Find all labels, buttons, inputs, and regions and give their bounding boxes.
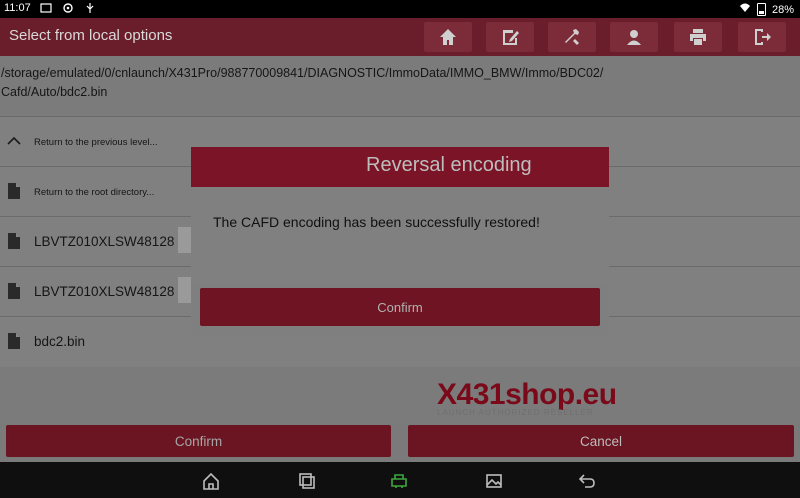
- page-title: Select from local options: [9, 27, 173, 44]
- file-icon: [8, 183, 20, 199]
- list-item-label: LBVTZ010XLSW48128: [34, 234, 175, 249]
- exit-icon: [755, 29, 771, 45]
- home-icon: [203, 472, 219, 490]
- dialog-message: The CAFD encoding has been successfully …: [213, 214, 540, 230]
- print-icon: [690, 29, 706, 45]
- list-item-label: Return to the previous level...: [34, 137, 158, 148]
- user-icon: [627, 30, 641, 45]
- cancel-button[interactable]: Cancel: [408, 425, 794, 457]
- file-icon: [8, 233, 20, 249]
- edit-report-button[interactable]: [486, 22, 534, 52]
- watermark-logo: X431shop.eu LAUNCH AUTHORIZED RESELLER: [437, 378, 617, 417]
- user-button[interactable]: [610, 22, 658, 52]
- dialog-title: Reversal encoding: [366, 154, 532, 176]
- chevron-up-icon: [7, 136, 21, 145]
- back-icon: [578, 474, 595, 488]
- recents-icon: [299, 473, 315, 489]
- watermark-subtitle: LAUNCH AUTHORIZED RESELLER: [437, 408, 594, 417]
- dialog-body: The CAFD encoding has been successfully …: [191, 187, 609, 284]
- vci-connector-icon: [391, 474, 407, 488]
- exit-button[interactable]: [738, 22, 786, 52]
- title-bar: Select from local options: [0, 18, 800, 56]
- battery-level: 28%: [771, 3, 794, 16]
- notification-icon: [40, 2, 52, 14]
- battery-icon: [756, 3, 766, 16]
- confirm-button[interactable]: Confirm: [6, 425, 391, 457]
- list-item-label: LBVTZ010XLSW48128: [34, 284, 175, 299]
- nav-recents-button[interactable]: [296, 470, 318, 492]
- file-path: /storage/emulated/0/cnlaunch/X431Pro/988…: [1, 66, 604, 99]
- file-icon: [8, 283, 20, 299]
- usb-icon: [84, 2, 96, 14]
- nav-vci-button[interactable]: [388, 470, 410, 492]
- print-button[interactable]: [674, 22, 722, 52]
- nav-back-button[interactable]: [576, 470, 598, 492]
- status-bar: 11:07 28%: [0, 0, 800, 18]
- list-item-label: Return to the root directory...: [34, 187, 155, 198]
- dialog-header: Reversal encoding: [191, 147, 609, 187]
- nav-screenshot-button[interactable]: [483, 470, 505, 492]
- watermark-text: X431shop.eu: [437, 378, 617, 411]
- home-button[interactable]: [424, 22, 472, 52]
- home-icon: [440, 29, 456, 45]
- nav-home-button[interactable]: [200, 470, 222, 492]
- drag-handle[interactable]: [178, 277, 192, 303]
- list-item-label: bdc2.bin: [34, 334, 86, 349]
- reversal-encoding-dialog: Reversal encoding The CAFD encoding has …: [191, 147, 609, 335]
- tools-icon: [565, 29, 579, 45]
- settings-icon: [62, 2, 74, 14]
- file-icon: [8, 333, 20, 349]
- drag-handle[interactable]: [178, 227, 192, 253]
- dialog-confirm-button[interactable]: Confirm: [200, 288, 600, 326]
- image-icon: [486, 474, 502, 488]
- status-time: 11:07: [4, 2, 31, 14]
- wifi-icon: [739, 2, 751, 17]
- navigation-bar: [0, 462, 800, 498]
- edit-report-icon: [503, 30, 519, 45]
- tools-button[interactable]: [548, 22, 596, 52]
